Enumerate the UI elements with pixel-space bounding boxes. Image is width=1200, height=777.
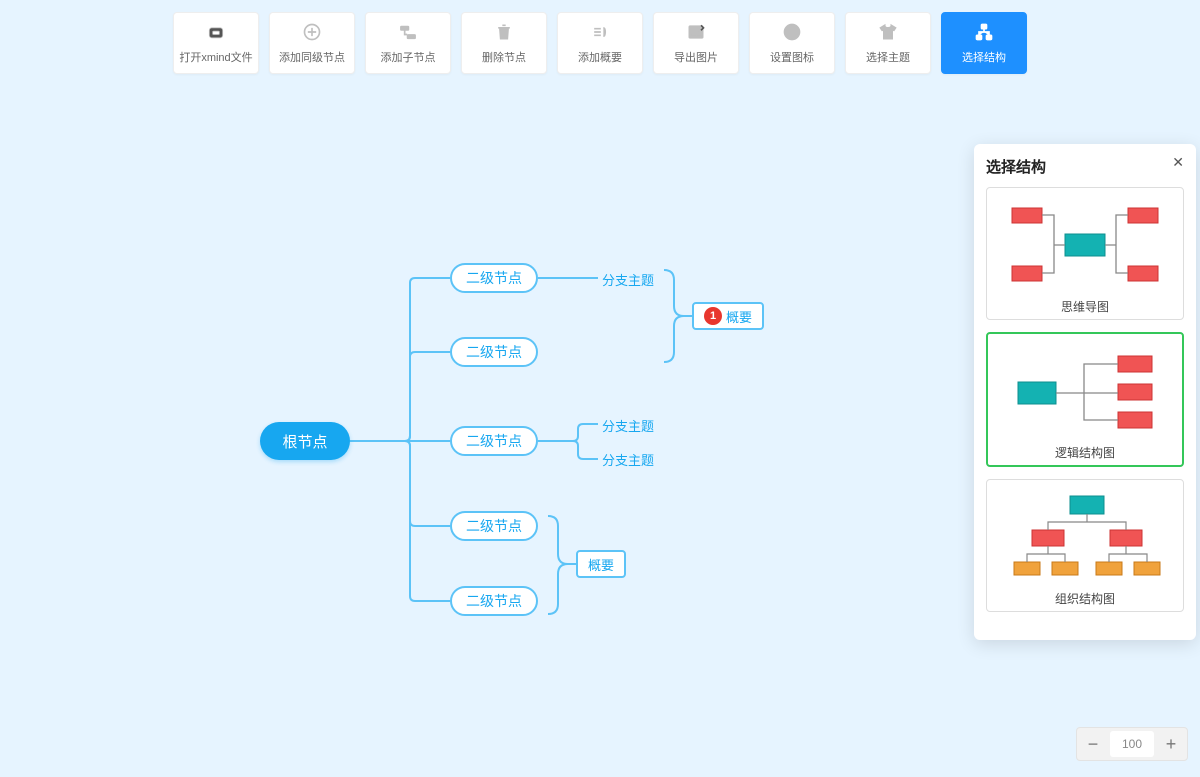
node-label: 二级节点 xyxy=(466,268,522,288)
zoom-value-input[interactable] xyxy=(1110,731,1154,757)
structure-option-label: 逻辑结构图 xyxy=(994,444,1176,461)
org-thumb-icon xyxy=(1000,488,1170,584)
level2-node[interactable]: 二级节点 xyxy=(450,586,538,616)
structure-option-label: 思维导图 xyxy=(993,298,1177,315)
zoom-out-button[interactable]: − xyxy=(1076,727,1110,761)
level2-node[interactable]: 二级节点 xyxy=(450,263,538,293)
zoom-in-button[interactable]: + xyxy=(1154,727,1188,761)
structure-option-label: 组织结构图 xyxy=(993,590,1177,607)
branch-topic[interactable]: 分支主题 xyxy=(602,270,654,289)
close-icon[interactable]: ✕ xyxy=(1172,154,1184,171)
summary-label: 概要 xyxy=(588,555,614,574)
panel-title: 选择结构 xyxy=(986,156,1184,177)
summary-node[interactable]: 1 概要 xyxy=(692,302,764,330)
mindmap-thumb-icon xyxy=(1000,196,1170,292)
branch-topic[interactable]: 分支主题 xyxy=(602,416,654,435)
level2-node[interactable]: 二级节点 xyxy=(450,337,538,367)
node-label: 二级节点 xyxy=(466,431,522,451)
branch-topic[interactable]: 分支主题 xyxy=(602,450,654,469)
root-label: 根节点 xyxy=(282,431,327,452)
zoom-control: − + xyxy=(1076,727,1188,761)
structure-option-mindmap[interactable]: 思维导图 xyxy=(986,187,1184,320)
root-node[interactable]: 根节点 xyxy=(260,422,350,460)
summary-node[interactable]: 概要 xyxy=(576,550,626,578)
logic-thumb-icon xyxy=(1000,342,1170,438)
structure-option-logic[interactable]: 逻辑结构图 xyxy=(986,332,1184,467)
summary-badge: 1 xyxy=(704,307,722,325)
node-label: 二级节点 xyxy=(466,591,522,611)
structure-panel: 选择结构 ✕ 思维导图 逻辑结构图 xyxy=(974,144,1196,640)
summary-label: 概要 xyxy=(726,307,752,326)
branch-label: 分支主题 xyxy=(602,416,654,435)
node-label: 二级节点 xyxy=(466,342,522,362)
structure-option-org[interactable]: 组织结构图 xyxy=(986,479,1184,612)
level2-node[interactable]: 二级节点 xyxy=(450,426,538,456)
branch-label: 分支主题 xyxy=(602,450,654,469)
branch-label: 分支主题 xyxy=(602,270,654,289)
level2-node[interactable]: 二级节点 xyxy=(450,511,538,541)
node-label: 二级节点 xyxy=(466,516,522,536)
